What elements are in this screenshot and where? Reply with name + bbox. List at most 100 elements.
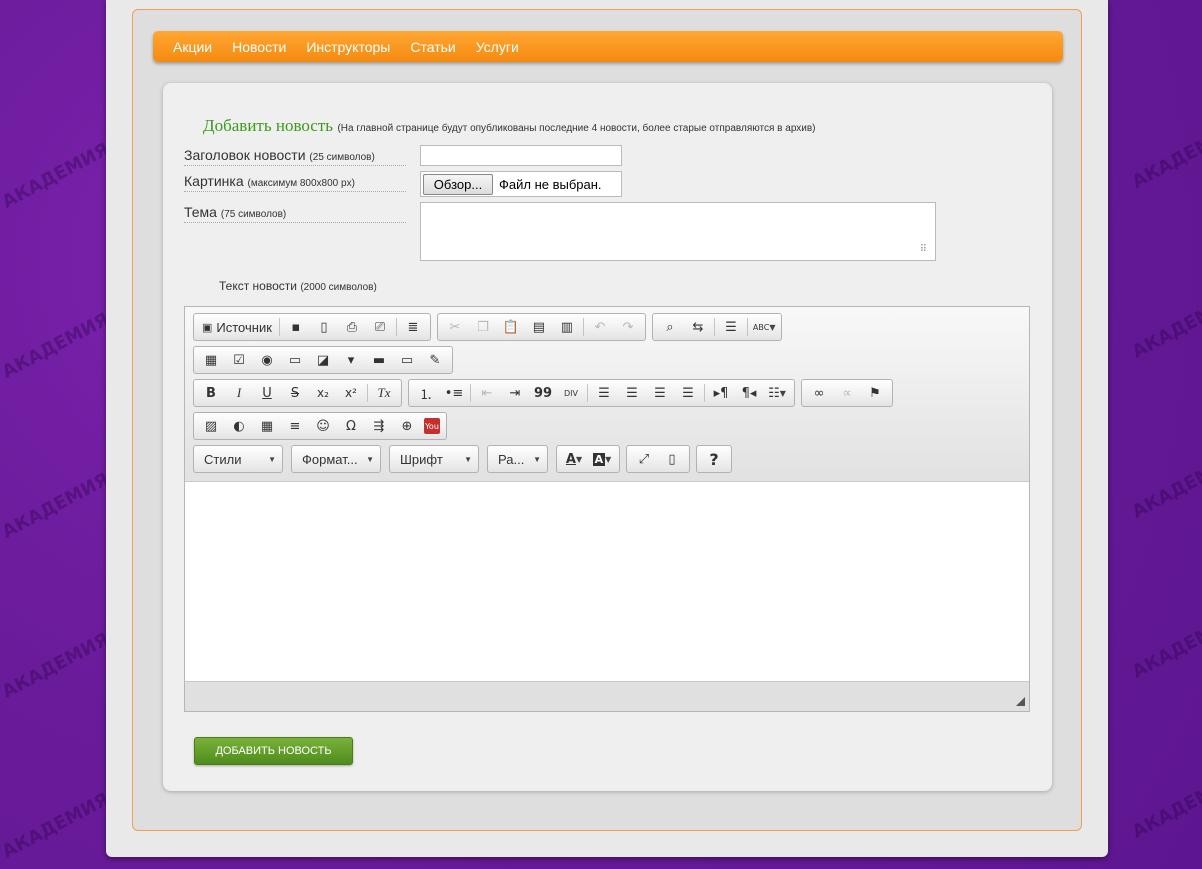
paste-icon[interactable]: 📋 [500,316,522,338]
spellcheck-icon[interactable]: ABC ▼ [753,316,776,338]
font-dropdown[interactable]: Шрифт ▼ [389,445,479,473]
toolbar-row-5: Стили ▼ Формат... ▼ Шрифт ▼ Ра... ▼ A ▼ … [193,445,738,473]
rtl-icon[interactable]: ¶◂ [738,382,760,404]
bulleted-list-icon[interactable]: •≡ [443,382,465,404]
hidden-field-icon[interactable]: ✎ [424,349,446,371]
replace-icon[interactable]: ⇆ [687,316,709,338]
nav-item-articles[interactable]: Статьи [410,39,455,55]
table-icon[interactable]: ▦ [256,415,278,437]
headline-input[interactable] [420,145,622,166]
toolbar-group-tools: ⤢ ▯ [626,445,690,473]
checkbox-icon[interactable]: ☑ [228,349,250,371]
copy-icon[interactable]: ❐ [472,316,494,338]
anchor-flag-icon[interactable]: ⚑ [864,382,886,404]
show-blocks-icon[interactable]: ▯ [661,448,683,470]
source-label: Источник [216,319,272,335]
find-icon[interactable]: ⌕ [659,316,681,338]
page-break-icon[interactable]: ⇶ [368,415,390,437]
smiley-icon[interactable]: ☺ [312,415,334,437]
undo-icon[interactable]: ↶ [589,316,611,338]
button-icon[interactable]: ▬ [368,349,390,371]
toolbar-group-links: ∞ ∝ ⚑ [801,379,893,407]
remove-format-icon[interactable]: Tx [373,382,395,404]
spellcheck-label: ABC [752,322,770,332]
main-nav: Акции Новости Инструкторы Статьи Услуги [153,31,1063,62]
preview-icon[interactable]: ⎙ [341,316,363,338]
toolbar-separator [713,318,715,336]
horizontal-rule-icon[interactable]: ≡ [284,415,306,437]
browse-button[interactable]: Обзор... [423,173,493,195]
cut-icon[interactable]: ✂ [444,316,466,338]
resize-grip-icon[interactable]: ⠿ [920,245,927,255]
chevron-down-icon: ▼ [605,454,612,464]
size-dropdown[interactable]: Ра... ▼ [487,445,548,473]
align-left-icon[interactable]: ☰ [593,382,615,404]
rich-text-editor: ▣ Источник ▪ ▯ ⎙ ⎚ ≣ ✂ ❐ 📋 ▤ ▥ ↶ ↷ ⌕ ⇆ ☰… [184,306,1030,712]
paste-text-icon[interactable]: ▤ [528,316,550,338]
nav-item-news[interactable]: Новости [232,39,286,55]
page-container: Акции Новости Инструкторы Статьи Услуги … [106,0,1108,857]
nav-item-instructors[interactable]: Инструкторы [306,39,390,55]
help-icon[interactable]: ? [703,448,725,470]
size-dropdown-label: Ра... [498,451,525,467]
resize-handle-icon[interactable] [1016,697,1025,706]
chevron-down-icon: ▼ [268,454,276,464]
indent-icon[interactable]: ⇥ [504,382,526,404]
redo-icon[interactable]: ↷ [617,316,639,338]
format-dropdown[interactable]: Формат... ▼ [291,445,381,473]
background-color-icon[interactable]: A ▼ [591,448,613,470]
image-icon[interactable]: ▨ [200,415,222,437]
font-dropdown-label: Шрифт [400,451,443,467]
ltr-icon[interactable]: ▸¶ [710,382,732,404]
underline-icon[interactable]: U [256,382,278,404]
subscript-icon[interactable]: x₂ [312,382,334,404]
text-color-icon[interactable]: A ▼ [563,448,585,470]
editor-content-area[interactable] [185,481,1029,682]
align-right-icon[interactable]: ☰ [649,382,671,404]
youtube-icon[interactable]: You [424,418,440,434]
image-hint: (максимум 800x800 px) [247,178,355,189]
text-field-icon[interactable]: ▭ [284,349,306,371]
new-page-icon[interactable]: ▯ [313,316,335,338]
maximize-icon[interactable]: ⤢ [633,448,655,470]
toolbar-group-colors: A ▼ A ▼ [556,445,620,473]
blockquote-icon[interactable]: 99 [532,382,554,404]
source-button[interactable]: ▣ Источник [200,316,274,338]
textarea-icon[interactable]: ◪ [312,349,334,371]
bold-icon[interactable]: B [200,382,222,404]
select-all-icon[interactable]: ☰ [720,316,742,338]
nav-item-services[interactable]: Услуги [476,39,519,55]
numbered-list-icon[interactable]: ⒈ [415,382,437,404]
strikethrough-icon[interactable]: S [284,382,306,404]
image-button-icon[interactable]: ▭ [396,349,418,371]
special-char-icon[interactable]: Ω [340,415,362,437]
headline-hint: (25 символов) [309,152,375,163]
radio-icon[interactable]: ◉ [256,349,278,371]
toolbar-separator [395,318,397,336]
nav-item-promotions[interactable]: Акции [173,39,212,55]
templates-icon[interactable]: ≣ [402,316,424,338]
iframe-globe-icon[interactable]: ⊕ [396,415,418,437]
outdent-icon[interactable]: ⇤ [476,382,498,404]
theme-textarea[interactable]: ⠿ [420,202,936,261]
chevron-down-icon: ▼ [366,454,374,464]
styles-dropdown[interactable]: Стили ▼ [193,445,283,473]
unlink-icon[interactable]: ∝ [836,382,858,404]
flash-icon[interactable]: ◐ [228,415,250,437]
print-icon[interactable]: ⎚ [369,316,391,338]
add-news-button[interactable]: ДОБАВИТЬ НОВОСТЬ [194,737,353,765]
align-center-icon[interactable]: ☰ [621,382,643,404]
div-icon[interactable]: DIV [560,382,582,404]
link-icon[interactable]: ∞ [808,382,830,404]
toolbar-group-paragraph: ⒈ •≡ ⇤ ⇥ 99 DIV ☰ ☰ ☰ ☰ ▸¶ ¶◂ ☷ ▼ [408,379,795,407]
toolbar-separator [367,384,368,402]
justify-icon[interactable]: ☰ [677,382,699,404]
save-icon[interactable]: ▪ [285,316,307,338]
superscript-icon[interactable]: x² [340,382,362,404]
paste-word-icon[interactable]: ▥ [556,316,578,338]
italic-icon[interactable]: I [228,382,250,404]
news-text-label-text: Текст новости [219,279,297,293]
language-icon[interactable]: ☷ ▼ [766,382,788,404]
form-icon[interactable]: ▦ [200,349,222,371]
select-icon[interactable]: ▾ [340,349,362,371]
